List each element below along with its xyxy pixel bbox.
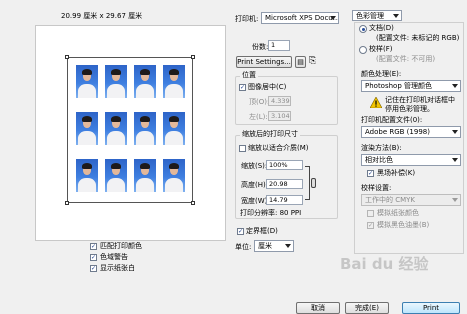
printer-properties-icon[interactable]: ▤ bbox=[295, 56, 306, 68]
chevron-down-icon bbox=[452, 158, 458, 162]
copies-input[interactable]: 1 bbox=[268, 40, 290, 51]
chevron-down-icon bbox=[285, 244, 291, 248]
top-label: 顶(O): bbox=[249, 98, 270, 106]
print-settings-button[interactable]: Print Settings... bbox=[236, 56, 292, 68]
bounding-box-label: 定界框(D) bbox=[246, 227, 278, 235]
position-group-title: 位置 bbox=[240, 71, 258, 80]
warning-icon bbox=[370, 97, 382, 108]
document-radio-label: 文档(D) bbox=[369, 24, 394, 32]
chevron-down-icon bbox=[452, 84, 458, 88]
id-photo bbox=[76, 112, 98, 145]
constrain-proportions-bracket bbox=[305, 166, 310, 200]
proof-radio[interactable] bbox=[359, 46, 367, 54]
bounding-handle[interactable] bbox=[65, 55, 69, 59]
photo-sheet-image bbox=[70, 60, 191, 200]
id-photo bbox=[105, 112, 127, 145]
simulate-paper-color-label: 模拟纸张颜色 bbox=[377, 209, 419, 217]
center-image-checkbox[interactable]: ✓ bbox=[239, 84, 246, 91]
simulate-paper-color-checkbox[interactable] bbox=[367, 210, 374, 217]
units-value: 厘米 bbox=[258, 242, 272, 250]
copies-label: 份数: bbox=[252, 43, 269, 51]
units-label: 单位: bbox=[235, 243, 252, 251]
width-input[interactable]: 14.79 bbox=[266, 195, 303, 205]
printer-label: 打印机: bbox=[235, 15, 259, 23]
gamut-warning-checkbox[interactable]: ✓ bbox=[90, 254, 97, 261]
chevron-down-icon bbox=[393, 14, 399, 18]
color-handling-label: 颜色处理(E): bbox=[361, 70, 402, 78]
proof-radio-label: 校样(F) bbox=[369, 45, 393, 53]
simulate-black-ink-label: 模拟黑色油墨(B) bbox=[377, 221, 430, 229]
left-label: 左(L): bbox=[249, 113, 268, 121]
units-select[interactable]: 厘米 bbox=[254, 240, 294, 252]
rendering-intent-label: 渲染方法(B): bbox=[361, 144, 402, 152]
color-handling-select[interactable]: Photoshop 管理颜色 bbox=[361, 80, 461, 92]
proof-setup-value: 工作中的 CMYK bbox=[365, 196, 416, 204]
color-handling-value: Photoshop 管理颜色 bbox=[365, 82, 433, 90]
rendering-intent-select[interactable]: 相对比色 bbox=[361, 154, 461, 166]
scaled-size-group-title: 缩放后的打印尺寸 bbox=[240, 130, 300, 139]
chevron-down-icon bbox=[330, 16, 336, 20]
link-icon[interactable] bbox=[311, 178, 316, 188]
print-button[interactable]: Print bbox=[402, 302, 460, 314]
printer-value: Microsoft XPS Docu... bbox=[265, 14, 339, 22]
scale-input[interactable]: 100% bbox=[266, 160, 303, 170]
proof-setup-label: 校样设置: bbox=[361, 184, 392, 192]
chevron-down-icon bbox=[452, 198, 458, 202]
bounding-box-checkbox[interactable]: ✓ bbox=[237, 228, 244, 235]
watermark-text: Bai du 经验 bbox=[340, 255, 429, 273]
cancel-button[interactable]: 取消 bbox=[296, 302, 340, 314]
match-print-colors-label: 匹配打印颜色 bbox=[100, 242, 142, 250]
simulate-black-ink-checkbox[interactable]: ✓ bbox=[367, 222, 374, 229]
top-input[interactable]: 4.339 bbox=[268, 96, 291, 106]
black-point-compensation-label: 黑场补偿(K) bbox=[377, 169, 416, 177]
center-image-label: 图像居中(C) bbox=[248, 83, 287, 91]
printer-select[interactable]: Microsoft XPS Docu... bbox=[261, 12, 339, 24]
bounding-handle[interactable] bbox=[65, 201, 69, 205]
done-button[interactable]: 完成(E) bbox=[345, 302, 389, 314]
printer-profile-label: 打印机配置文件(0): bbox=[361, 116, 423, 124]
id-photo bbox=[76, 159, 98, 192]
warning-text-line1: 记住在打印机对话框中 bbox=[385, 96, 455, 104]
show-paper-white-checkbox[interactable]: ✓ bbox=[90, 265, 97, 272]
id-photo bbox=[134, 159, 156, 192]
color-management-header: 色彩管理 bbox=[356, 12, 384, 20]
warning-text-line2: 停用色彩管理。 bbox=[385, 105, 434, 113]
document-profile-text: (配置文件: 未标记的 RGB) bbox=[376, 34, 460, 42]
rendering-intent-value: 相对比色 bbox=[365, 156, 393, 164]
scale-to-fit-checkbox[interactable] bbox=[239, 145, 246, 152]
printer-profile-value: Adobe RGB (1998) bbox=[365, 128, 430, 136]
id-photo bbox=[76, 65, 98, 98]
scale-to-fit-label: 缩放以适合介质(M) bbox=[248, 144, 309, 152]
id-photo bbox=[105, 65, 127, 98]
bounding-handle[interactable] bbox=[191, 201, 195, 205]
gamut-warning-label: 色域警告 bbox=[100, 253, 128, 261]
proof-profile-text: (配置文件: 不可用) bbox=[376, 55, 436, 63]
id-photo bbox=[163, 159, 185, 192]
id-photo bbox=[105, 159, 127, 192]
black-point-compensation-checkbox[interactable]: ✓ bbox=[367, 170, 374, 177]
height-input[interactable]: 20.98 bbox=[266, 179, 303, 189]
scale-label: 缩放(S): bbox=[241, 162, 268, 170]
page-orientation-icon[interactable]: ⎘ bbox=[309, 57, 316, 66]
id-photo bbox=[134, 112, 156, 145]
id-photo bbox=[163, 65, 185, 98]
proof-setup-select[interactable]: 工作中的 CMYK bbox=[361, 194, 461, 206]
height-label: 高度(H): bbox=[241, 181, 269, 189]
chevron-down-icon bbox=[452, 130, 458, 134]
print-resolution-label: 打印分辨率: 80 PPI bbox=[240, 209, 302, 217]
color-management-dropdown[interactable]: 色彩管理 bbox=[352, 10, 402, 21]
document-radio[interactable] bbox=[359, 25, 367, 33]
page-dimensions-label: 20.99 厘米 x 29.67 厘米 bbox=[61, 12, 143, 20]
show-paper-white-label: 显示纸张白 bbox=[100, 264, 135, 272]
match-print-colors-checkbox[interactable]: ✓ bbox=[90, 243, 97, 250]
printer-profile-select[interactable]: Adobe RGB (1998) bbox=[361, 126, 461, 138]
id-photo bbox=[163, 112, 185, 145]
bounding-handle[interactable] bbox=[191, 55, 195, 59]
id-photo bbox=[134, 65, 156, 98]
left-input[interactable]: 3.104 bbox=[268, 111, 291, 121]
